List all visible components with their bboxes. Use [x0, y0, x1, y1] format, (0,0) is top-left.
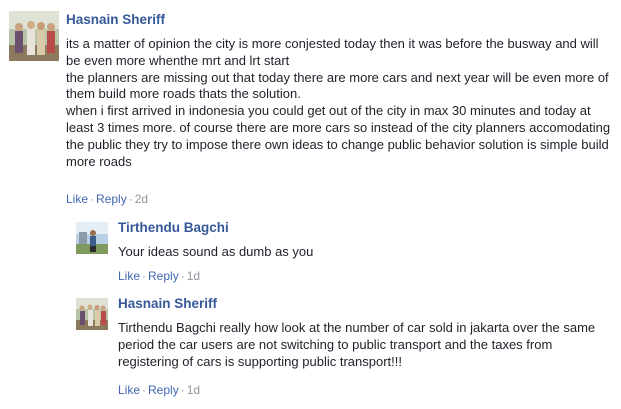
comment-author[interactable]: Hasnain Sheriff: [118, 296, 217, 311]
comment-timestamp[interactable]: 1d: [187, 383, 200, 397]
comment-actions: Like · Reply · 1d: [118, 383, 200, 397]
like-link[interactable]: Like: [118, 383, 140, 397]
separator-dot: ·: [180, 269, 185, 283]
like-link[interactable]: Like: [66, 192, 88, 206]
comment-line: its a matter of opinion the city is more…: [66, 36, 599, 68]
profile-photo-icon: [76, 298, 108, 330]
comment-timestamp[interactable]: 1d: [187, 269, 200, 283]
like-link[interactable]: Like: [118, 269, 140, 283]
separator-dot: ·: [142, 269, 147, 283]
separator-dot: ·: [90, 192, 95, 206]
avatar[interactable]: [76, 298, 108, 330]
reply-link[interactable]: Reply: [96, 192, 127, 206]
comment-line: Your ideas sound as dumb as you: [118, 244, 314, 259]
reply-link[interactable]: Reply: [148, 269, 179, 283]
comment-body: its a matter of opinion the city is more…: [66, 36, 614, 170]
comment-line: the planners are missing out that today …: [66, 69, 609, 102]
comment-line: Tirthendu Bagchi really how look at the …: [118, 320, 596, 369]
profile-photo-icon: [9, 11, 59, 61]
comment-author[interactable]: Hasnain Sheriff: [66, 12, 165, 27]
comment-line: when i first arrived in indonesia you co…: [66, 103, 611, 169]
separator-dot: ·: [142, 383, 147, 397]
avatar[interactable]: [9, 11, 59, 61]
reply-link[interactable]: Reply: [148, 383, 179, 397]
avatar[interactable]: [76, 222, 108, 254]
profile-photo-icon: [76, 222, 108, 254]
comment-body: Tirthendu Bagchi really how look at the …: [118, 320, 616, 370]
comment-actions: Like · Reply · 1d: [118, 269, 200, 283]
comment-timestamp[interactable]: 2d: [135, 192, 148, 206]
separator-dot: ·: [180, 383, 185, 397]
comment-body: Your ideas sound as dumb as you: [118, 244, 608, 261]
separator-dot: ·: [128, 192, 133, 206]
comment-actions: Like · Reply · 2d: [66, 192, 148, 206]
comment-author[interactable]: Tirthendu Bagchi: [118, 220, 229, 235]
